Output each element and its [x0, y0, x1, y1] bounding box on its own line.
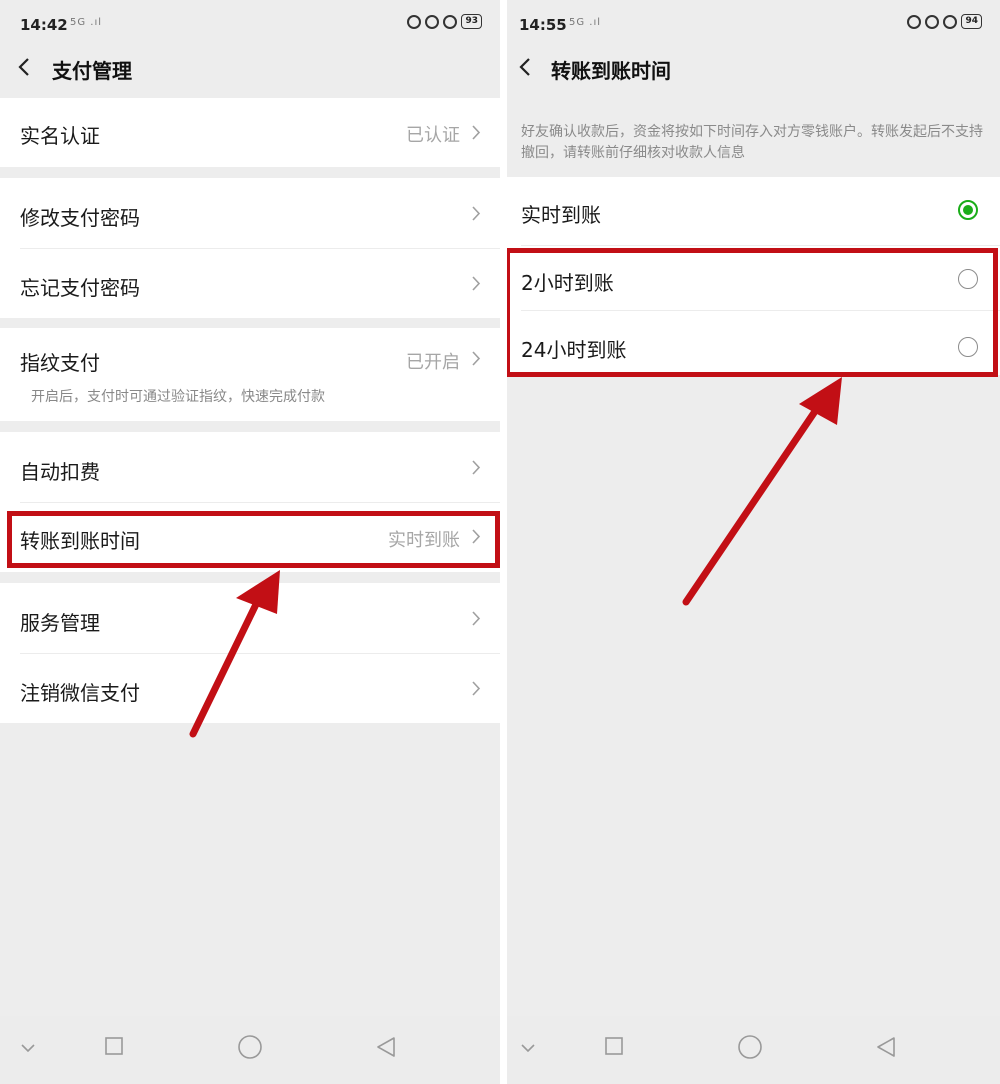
forgot-password-label: 忘记支付密码	[20, 276, 140, 300]
radio-selected-icon[interactable]	[958, 200, 978, 220]
status-bar: 14:55 5G .ıl 94	[507, 0, 1000, 48]
nav-bar: 转账到账时间	[507, 46, 1000, 90]
location-icon	[425, 14, 440, 29]
fingerprint-value: 已开启	[406, 352, 460, 373]
chevron-down-icon[interactable]	[520, 1042, 536, 1054]
cancel-wechat-pay-label: 注销微信支付	[20, 681, 140, 705]
highlight-box	[507, 248, 998, 377]
chevron-right-icon	[472, 460, 481, 475]
service-manage-label: 服务管理	[20, 611, 100, 635]
chevron-right-icon	[472, 125, 481, 140]
battery-icon: 94	[961, 14, 982, 29]
signal-icon: 5G .ıl	[70, 17, 103, 28]
change-password-row[interactable]: 修改支付密码	[0, 178, 500, 248]
back-arrow-icon[interactable]	[517, 56, 535, 78]
option-realtime-row[interactable]: 实时到账	[507, 177, 1000, 245]
service-group: 服务管理 注销微信支付	[0, 583, 500, 723]
real-name-group: 实名认证 已认证	[0, 98, 500, 167]
real-name-label: 实名认证	[20, 124, 100, 148]
system-nav-bar	[507, 1016, 1000, 1084]
page-title: 转账到账时间	[551, 59, 671, 83]
location-icon	[925, 14, 940, 29]
nfc-icon	[907, 14, 922, 29]
chevron-right-icon	[472, 276, 481, 291]
transfer-hint-text: 好友确认收款后，资金将按如下时间存入对方零钱账户。转账发起后不支持撤回，请转账前…	[521, 124, 983, 161]
change-password-label: 修改支付密码	[20, 206, 140, 230]
real-name-value: 已认证	[406, 125, 460, 146]
recent-apps-icon[interactable]	[604, 1036, 624, 1056]
nav-bar: 支付管理	[0, 46, 500, 90]
option-realtime-label: 实时到账	[521, 203, 601, 227]
chevron-right-icon	[472, 611, 481, 626]
back-arrow-icon[interactable]	[16, 56, 34, 78]
battery-icon: 93	[461, 14, 482, 29]
chevron-right-icon	[472, 206, 481, 221]
password-group: 修改支付密码 忘记支付密码	[0, 178, 500, 318]
back-icon[interactable]	[876, 1036, 896, 1058]
status-time: 14:55	[519, 16, 567, 34]
auto-deduct-label: 自动扣费	[20, 460, 100, 484]
home-icon[interactable]	[237, 1034, 263, 1060]
nfc-icon	[407, 14, 422, 29]
system-nav-bar	[0, 1016, 500, 1084]
system-icons: 94	[907, 14, 982, 29]
right-screen: 14:55 5G .ıl 94 转账到账时间 好友确认收款后，资金将按如下时间存…	[507, 0, 1000, 1084]
service-manage-row[interactable]: 服务管理	[0, 583, 500, 653]
fingerprint-row[interactable]: 指纹支付 已开启 开启后，支付时可通过验证指纹，快速完成付款	[0, 328, 500, 421]
status-time: 14:42	[20, 16, 68, 34]
cancel-wechat-pay-row[interactable]: 注销微信支付	[0, 653, 500, 723]
fingerprint-description: 开启后，支付时可通过验证指纹，快速完成付款	[31, 389, 325, 405]
left-screen: 14:42 5G .ıl 93 支付管理 实名认证 已认证 修改支付密码 忘记支…	[0, 0, 500, 1084]
real-name-row[interactable]: 实名认证 已认证	[0, 98, 500, 167]
alarm-icon	[943, 14, 958, 29]
screen-divider	[500, 0, 507, 1084]
fingerprint-label: 指纹支付	[20, 351, 100, 375]
highlight-box	[7, 511, 500, 568]
chevron-down-icon[interactable]	[20, 1042, 36, 1054]
forgot-password-row[interactable]: 忘记支付密码	[0, 248, 500, 318]
page-title: 支付管理	[52, 59, 132, 83]
system-icons: 93	[407, 14, 482, 29]
signal-icon: 5G .ıl	[569, 17, 602, 28]
home-icon[interactable]	[737, 1034, 763, 1060]
auto-deduct-row[interactable]: 自动扣费	[0, 432, 500, 502]
chevron-right-icon	[472, 351, 481, 366]
recent-apps-icon[interactable]	[104, 1036, 124, 1056]
back-icon[interactable]	[376, 1036, 396, 1058]
status-bar: 14:42 5G .ıl 93	[0, 0, 500, 48]
fingerprint-group: 指纹支付 已开启 开启后，支付时可通过验证指纹，快速完成付款	[0, 328, 500, 421]
chevron-right-icon	[472, 681, 481, 696]
alarm-icon	[443, 14, 458, 29]
